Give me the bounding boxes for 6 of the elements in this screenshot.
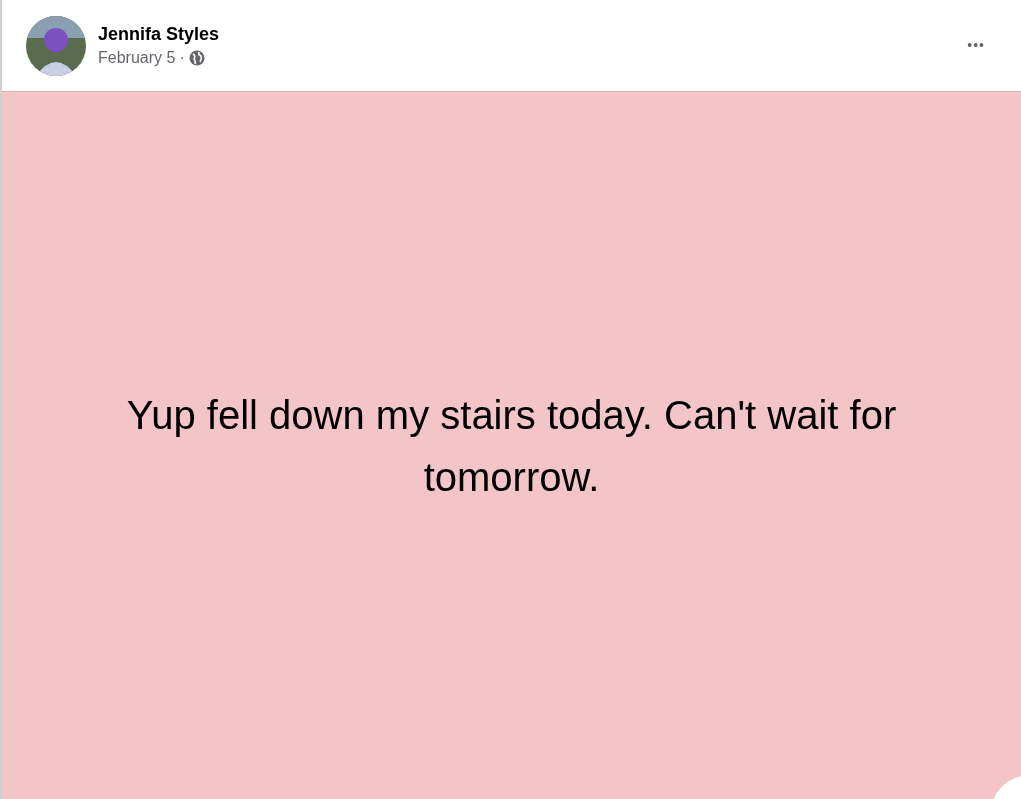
post-text: Yup fell down my stairs today. Can't wait for tomorrow. <box>125 391 898 501</box>
post-date[interactable]: February 5 <box>98 45 176 70</box>
author-name[interactable]: Jennifa Styles <box>98 21 968 46</box>
more-options-button[interactable]: ••• <box>967 35 985 56</box>
separator: · <box>179 47 185 68</box>
globe-icon <box>188 49 205 66</box>
